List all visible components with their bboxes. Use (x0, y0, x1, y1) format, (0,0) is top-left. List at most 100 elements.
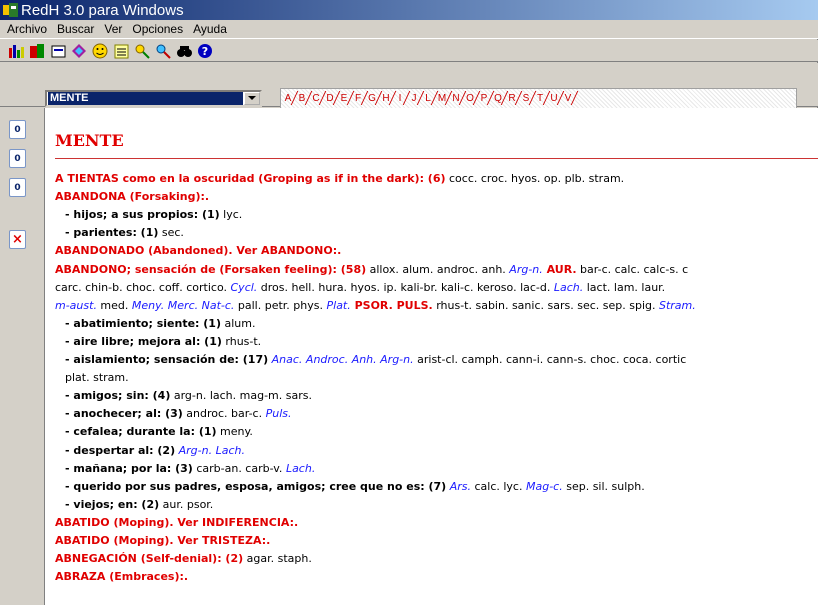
menu-ayuda[interactable]: Ayuda (188, 22, 232, 36)
subrubric-line[interactable]: - aislamiento; sensación de: (17) Anac. … (65, 351, 818, 369)
remedy-list: PSOR. PULS. (350, 298, 433, 312)
search-pencil-icon[interactable] (133, 42, 150, 59)
rubric-line[interactable]: ABATIDO (Moping). Ver INDIFERENCIA:. (55, 514, 818, 532)
remedy-list: arist-cl. camph. cann-i. cann-s. choc. c… (413, 353, 687, 366)
remedy-list: AUR. (542, 262, 577, 276)
document-icon-2-label: 0 (14, 153, 21, 164)
remedy-list: alum. (220, 316, 256, 330)
delete-document-icon[interactable]: × (9, 230, 26, 249)
smiley-icon[interactable] (91, 42, 108, 59)
letter-tab-p[interactable]: P (477, 90, 491, 106)
remedy-list: Ars. (446, 479, 471, 493)
letter-tab-r[interactable]: R (505, 90, 519, 106)
remedy-list: lact. lam. laur. (583, 280, 666, 294)
remedy-list: Cycl. (230, 280, 258, 294)
document-icon-3[interactable]: 0 (9, 178, 26, 197)
letter-tab-c[interactable]: C (309, 90, 323, 106)
side-panel: 0 0 0 × (0, 108, 44, 605)
chart2-icon[interactable] (28, 42, 45, 59)
subrubric-title: - abatimiento; siente: (1) (65, 316, 221, 330)
continuation-line[interactable]: carc. chin-b. choc. coff. cortico. Cycl.… (55, 279, 818, 297)
subrubric-title: - despertar al: (2) (65, 443, 176, 457)
remedy-list: sep. sil. sulph. (562, 479, 645, 493)
letter-tab-f[interactable]: F (351, 90, 365, 106)
menu-ver[interactable]: Ver (99, 22, 127, 36)
rubric-line[interactable]: ABANDONADO (Abandoned). Ver ABANDONO:. (55, 242, 818, 260)
remedy-list: Meny. Merc. Nat-c. (131, 298, 235, 312)
rubric-line[interactable]: ABRAZA (Embraces):. (55, 568, 818, 586)
subrubric-line[interactable]: - cefalea; durante la: (1) meny. (65, 423, 818, 441)
remedy-list: agar. staph. (243, 552, 312, 566)
document-icon-1-label: 0 (14, 124, 21, 135)
rubric-title: ABRAZA (Embraces):. (55, 570, 189, 584)
remedy-list: sec. (158, 226, 184, 240)
subrubric-line[interactable]: - parientes: (1) sec. (65, 224, 818, 242)
letter-tab-q[interactable]: Q (491, 90, 505, 106)
remedy-list: Lach. (553, 280, 584, 294)
rubric-title: ABANDONA (Forsaking):. (55, 190, 210, 204)
rubric-title: ABANDONADO (Abandoned). Ver ABANDONO:. (55, 244, 342, 258)
remedy-list: allox. alum. androc. anh. (366, 262, 510, 276)
subrubric-line[interactable]: - hijos; a sus propios: (1) lyc. (65, 206, 818, 224)
letter-tab-a[interactable]: A (281, 90, 295, 106)
remedy-list: rhus-t. sabin. sanic. sars. sec. sep. sp… (432, 298, 659, 312)
chart-icon[interactable] (7, 42, 24, 59)
letter-tab-b[interactable]: B (295, 90, 309, 106)
list-icon[interactable] (112, 42, 129, 59)
menu-archivo[interactable]: Archivo (2, 22, 52, 36)
document-icon-3-label: 0 (14, 182, 21, 193)
remedy-list: Stram. (658, 298, 696, 312)
subrubric-line[interactable]: - aire libre; mejora al: (1) rhus-t. (65, 333, 818, 351)
repertory-content[interactable]: MENTE A TIENTAS como en la oscuridad (Gr… (44, 108, 818, 605)
delete-document-icon-label: × (12, 232, 23, 247)
help-icon[interactable]: ? (196, 42, 213, 59)
rubric-line[interactable]: A TIENTAS como en la oscuridad (Groping … (55, 170, 818, 188)
rubric-line[interactable]: ABANDONA (Forsaking):. (55, 188, 818, 206)
letter-tab-u[interactable]: U (547, 90, 561, 106)
subrubric-title: - hijos; a sus propios: (1) (65, 208, 220, 222)
print-icon[interactable] (49, 42, 66, 59)
search-plus-icon[interactable] (154, 42, 171, 59)
letter-tab-m[interactable]: M (435, 90, 449, 106)
letter-tab-t[interactable]: T (533, 90, 547, 106)
remedy-list: Mag-c. (525, 479, 563, 493)
subrubric-line[interactable]: - abatimiento; siente: (1) alum. (65, 315, 818, 333)
letter-tab-n[interactable]: N (449, 90, 463, 106)
rubric-line[interactable]: ABANDONO; sensación de (Forsaken feeling… (55, 261, 818, 279)
letter-tab-e[interactable]: E (337, 90, 351, 106)
letter-tab-l[interactable]: L (421, 90, 435, 106)
menu-buscar[interactable]: Buscar (52, 22, 99, 36)
remedy-list: lyc. (219, 208, 243, 222)
letter-tab-s[interactable]: S (519, 90, 533, 106)
letter-tab-g[interactable]: G (365, 90, 379, 106)
letter-tab-o[interactable]: O (463, 90, 477, 106)
document-icon-1[interactable]: 0 (9, 120, 26, 139)
letter-tab-d[interactable]: D (323, 90, 337, 106)
remedy-list: pall. petr. phys. (234, 298, 327, 312)
rubric-line[interactable]: ABNEGACIÓN (Self-denial): (2) agar. stap… (55, 550, 818, 568)
diamond-icon[interactable] (70, 42, 87, 59)
menu-opciones[interactable]: Opciones (127, 22, 188, 36)
document-icon-2[interactable]: 0 (9, 149, 26, 168)
chapter-selector-bar: MENTE ABCDEFGHIJLMNOPQRSTUV (0, 63, 818, 109)
subrubric-line[interactable]: - anochecer; al: (3) androc. bar-c. Puls… (65, 405, 818, 423)
letter-tab-h[interactable]: H (379, 90, 393, 106)
continuation-line[interactable]: m-aust. med. Meny. Merc. Nat-c. pall. pe… (55, 297, 818, 315)
remedy-list: Arg-n. Lach. (175, 443, 245, 457)
subrubric-line[interactable]: - despertar al: (2) Arg-n. Lach. (65, 442, 818, 460)
chevron-down-icon[interactable] (244, 92, 260, 105)
letter-tab-v[interactable]: V (561, 90, 575, 106)
rubric-title: ABATIDO (Moping). Ver TRISTEZA:. (55, 534, 271, 547)
letter-tab-i[interactable]: I (393, 90, 407, 106)
chapter-dropdown[interactable]: MENTE (45, 90, 262, 107)
letter-tab-j[interactable]: J (407, 90, 421, 106)
rubric-title: ABANDONO; sensación de (Forsaken feeling… (55, 262, 367, 276)
subrubric-line[interactable]: - mañana; por la: (3) carb-an. carb-v. L… (65, 460, 818, 478)
subrubric-line[interactable]: - viejos; en: (2) aur. psor. (65, 496, 818, 514)
subrubric-line[interactable]: - querido por sus padres, esposa, amigos… (65, 478, 818, 496)
binoculars-icon[interactable] (175, 42, 192, 59)
subrubric-title: - amigos; sin: (4) (65, 389, 171, 403)
subrubric-line[interactable]: - amigos; sin: (4) arg-n. lach. mag-m. s… (65, 387, 818, 405)
continuation-line[interactable]: plat. stram. (65, 369, 818, 387)
rubric-line[interactable]: ABATIDO (Moping). Ver TRISTEZA:. (55, 532, 818, 550)
